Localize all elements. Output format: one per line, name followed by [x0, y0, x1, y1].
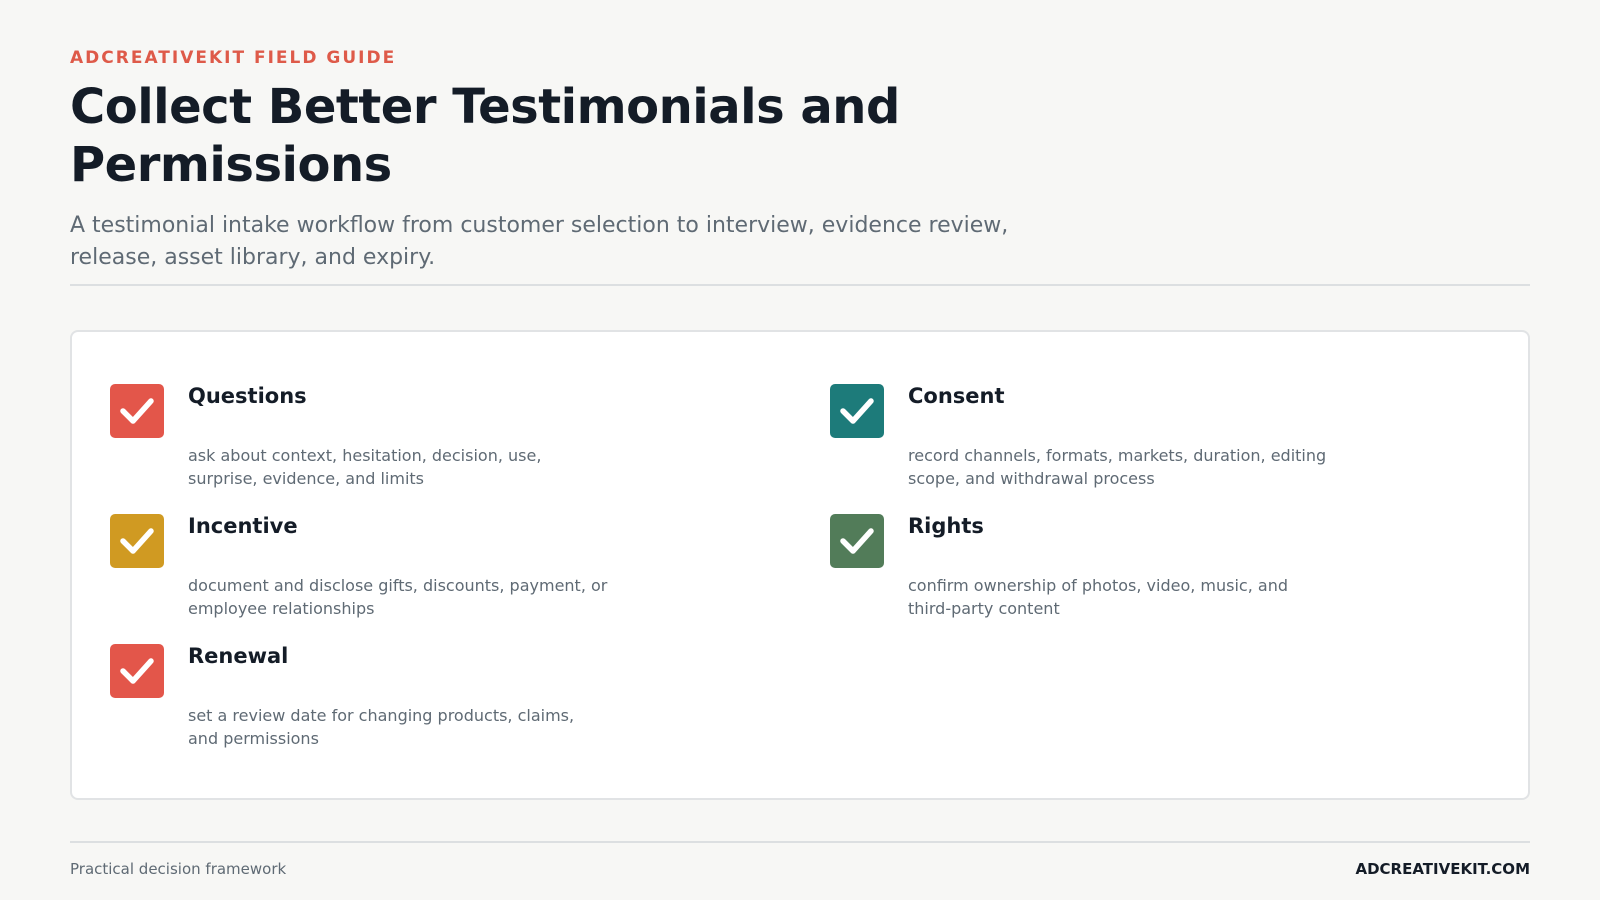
checklist-item-title: Rights — [908, 514, 984, 538]
footer-site-link[interactable]: ADCREATIVEKIT.COM — [1355, 860, 1530, 878]
page: ADCREATIVEKIT FIELD GUIDE Collect Better… — [70, 0, 1530, 900]
checklist-item-description: document and disclose gifts, discounts, … — [188, 576, 608, 618]
checklist-item-description: confirm ownership of photos, video, musi… — [908, 576, 1288, 618]
check-icon — [120, 398, 154, 424]
checklist-item-title: Renewal — [188, 644, 289, 668]
page-subtitle: A testimonial intake workflow from custo… — [70, 213, 1009, 270]
checklist-item-consent: Consent record channels, formats, market… — [830, 384, 1450, 504]
checklist-item-description: record channels, formats, markets, durat… — [908, 446, 1327, 488]
check-icon — [840, 528, 874, 554]
check-badge — [830, 514, 884, 568]
check-icon — [120, 658, 154, 684]
checklist-item-title: Consent — [908, 384, 1005, 408]
checklist-item-title: Incentive — [188, 514, 298, 538]
footer-tagline: Practical decision framework — [70, 860, 287, 878]
footer-divider — [70, 841, 1530, 843]
check-badge — [110, 514, 164, 568]
check-badge — [110, 644, 164, 698]
check-icon — [840, 398, 874, 424]
checklist-item-renewal: Renewal set a review date for changing p… — [110, 644, 730, 764]
page-title: Collect Better Testimonials and Permissi… — [70, 79, 900, 193]
checklist-item-description: set a review date for changing products,… — [188, 706, 575, 748]
checklist-card: Questions ask about context, hesitation,… — [70, 330, 1530, 800]
checklist-item-title: Questions — [188, 384, 307, 408]
checklist-item-rights: Rights confirm ownership of photos, vide… — [830, 514, 1450, 634]
eyebrow: ADCREATIVEKIT FIELD GUIDE — [70, 48, 397, 68]
checklist-item-description: ask about context, hesitation, decision,… — [188, 446, 542, 488]
check-icon — [120, 528, 154, 554]
check-badge — [110, 384, 164, 438]
check-badge — [830, 384, 884, 438]
checklist-item-incentive: Incentive document and disclose gifts, d… — [110, 514, 730, 634]
header-divider — [70, 284, 1530, 286]
checklist-item-questions: Questions ask about context, hesitation,… — [110, 384, 730, 504]
